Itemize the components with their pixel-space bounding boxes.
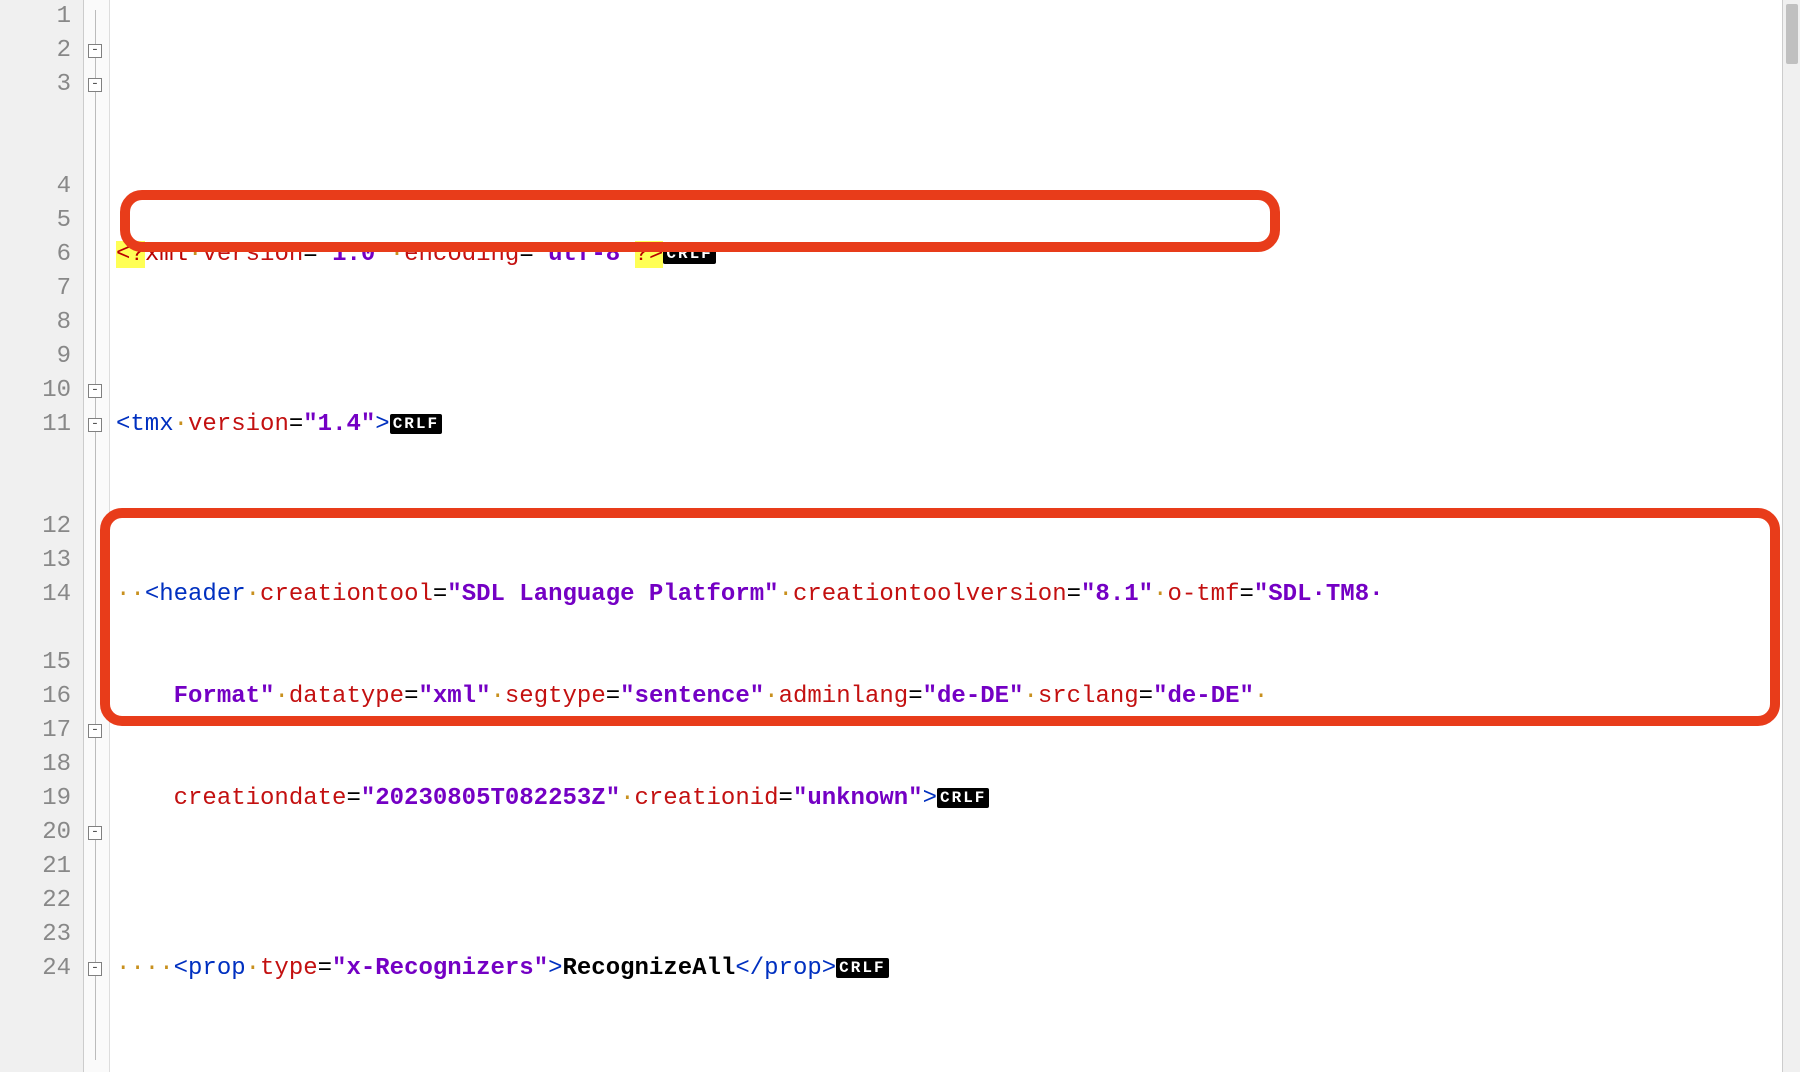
line-number: 16 <box>0 680 71 714</box>
fold-toggle[interactable]: - <box>88 724 102 738</box>
line-number: 9 <box>0 340 71 374</box>
scrollbar-thumb[interactable] <box>1786 4 1798 64</box>
fold-toggle[interactable]: - <box>88 44 102 58</box>
line-number: 24 <box>0 952 71 986</box>
code-line[interactable]: <tmx·version="1.4">CRLF <box>116 408 1800 442</box>
code-editor[interactable]: 1 2 3 4 5 6 7 8 9 10 11 12 13 14 15 16 1… <box>0 0 1800 1072</box>
line-number: 8 <box>0 306 71 340</box>
line-number: 17 <box>0 714 71 748</box>
line-number <box>0 612 71 646</box>
code-line-wrap[interactable]: creationdate="20230805T082253Z"·creation… <box>116 782 1800 816</box>
fold-column: - - - - - - - <box>84 0 110 1072</box>
line-number: 2 <box>0 34 71 68</box>
code-area[interactable]: <?xml·version="1.0"·encoding="utf-8"?>CR… <box>110 0 1800 1072</box>
line-number: 1 <box>0 0 71 34</box>
line-number: 6 <box>0 238 71 272</box>
fold-toggle[interactable]: - <box>88 384 102 398</box>
line-number <box>0 102 71 170</box>
line-number: 11 <box>0 408 71 442</box>
code-line[interactable]: ··<header·creationtool="SDL Language Pla… <box>116 578 1800 612</box>
line-number: 12 <box>0 510 71 544</box>
line-number: 20 <box>0 816 71 850</box>
line-number: 15 <box>0 646 71 680</box>
line-number: 23 <box>0 918 71 952</box>
line-number: 22 <box>0 884 71 918</box>
line-number: 7 <box>0 272 71 306</box>
line-number: 4 <box>0 170 71 204</box>
fold-toggle[interactable]: - <box>88 78 102 92</box>
code-line-wrap[interactable]: Format"·datatype="xml"·segtype="sentence… <box>116 680 1800 714</box>
line-number <box>0 442 71 510</box>
line-number-gutter: 1 2 3 4 5 6 7 8 9 10 11 12 13 14 15 16 1… <box>0 0 84 1072</box>
fold-toggle[interactable]: - <box>88 418 102 432</box>
fold-toggle[interactable]: - <box>88 962 102 976</box>
code-line[interactable]: ····<prop·type="x-Recognizers">Recognize… <box>116 952 1800 986</box>
crlf-marker: CRLF <box>663 244 715 264</box>
line-number: 21 <box>0 850 71 884</box>
line-number: 14 <box>0 578 71 612</box>
line-number: 5 <box>0 204 71 238</box>
line-number: 19 <box>0 782 71 816</box>
vertical-scrollbar[interactable] <box>1782 0 1800 1072</box>
line-number: 13 <box>0 544 71 578</box>
line-number: 3 <box>0 68 71 102</box>
fold-toggle[interactable]: - <box>88 826 102 840</box>
code-line[interactable]: <?xml·version="1.0"·encoding="utf-8"?>CR… <box>116 238 1800 272</box>
line-number: 10 <box>0 374 71 408</box>
line-number: 18 <box>0 748 71 782</box>
